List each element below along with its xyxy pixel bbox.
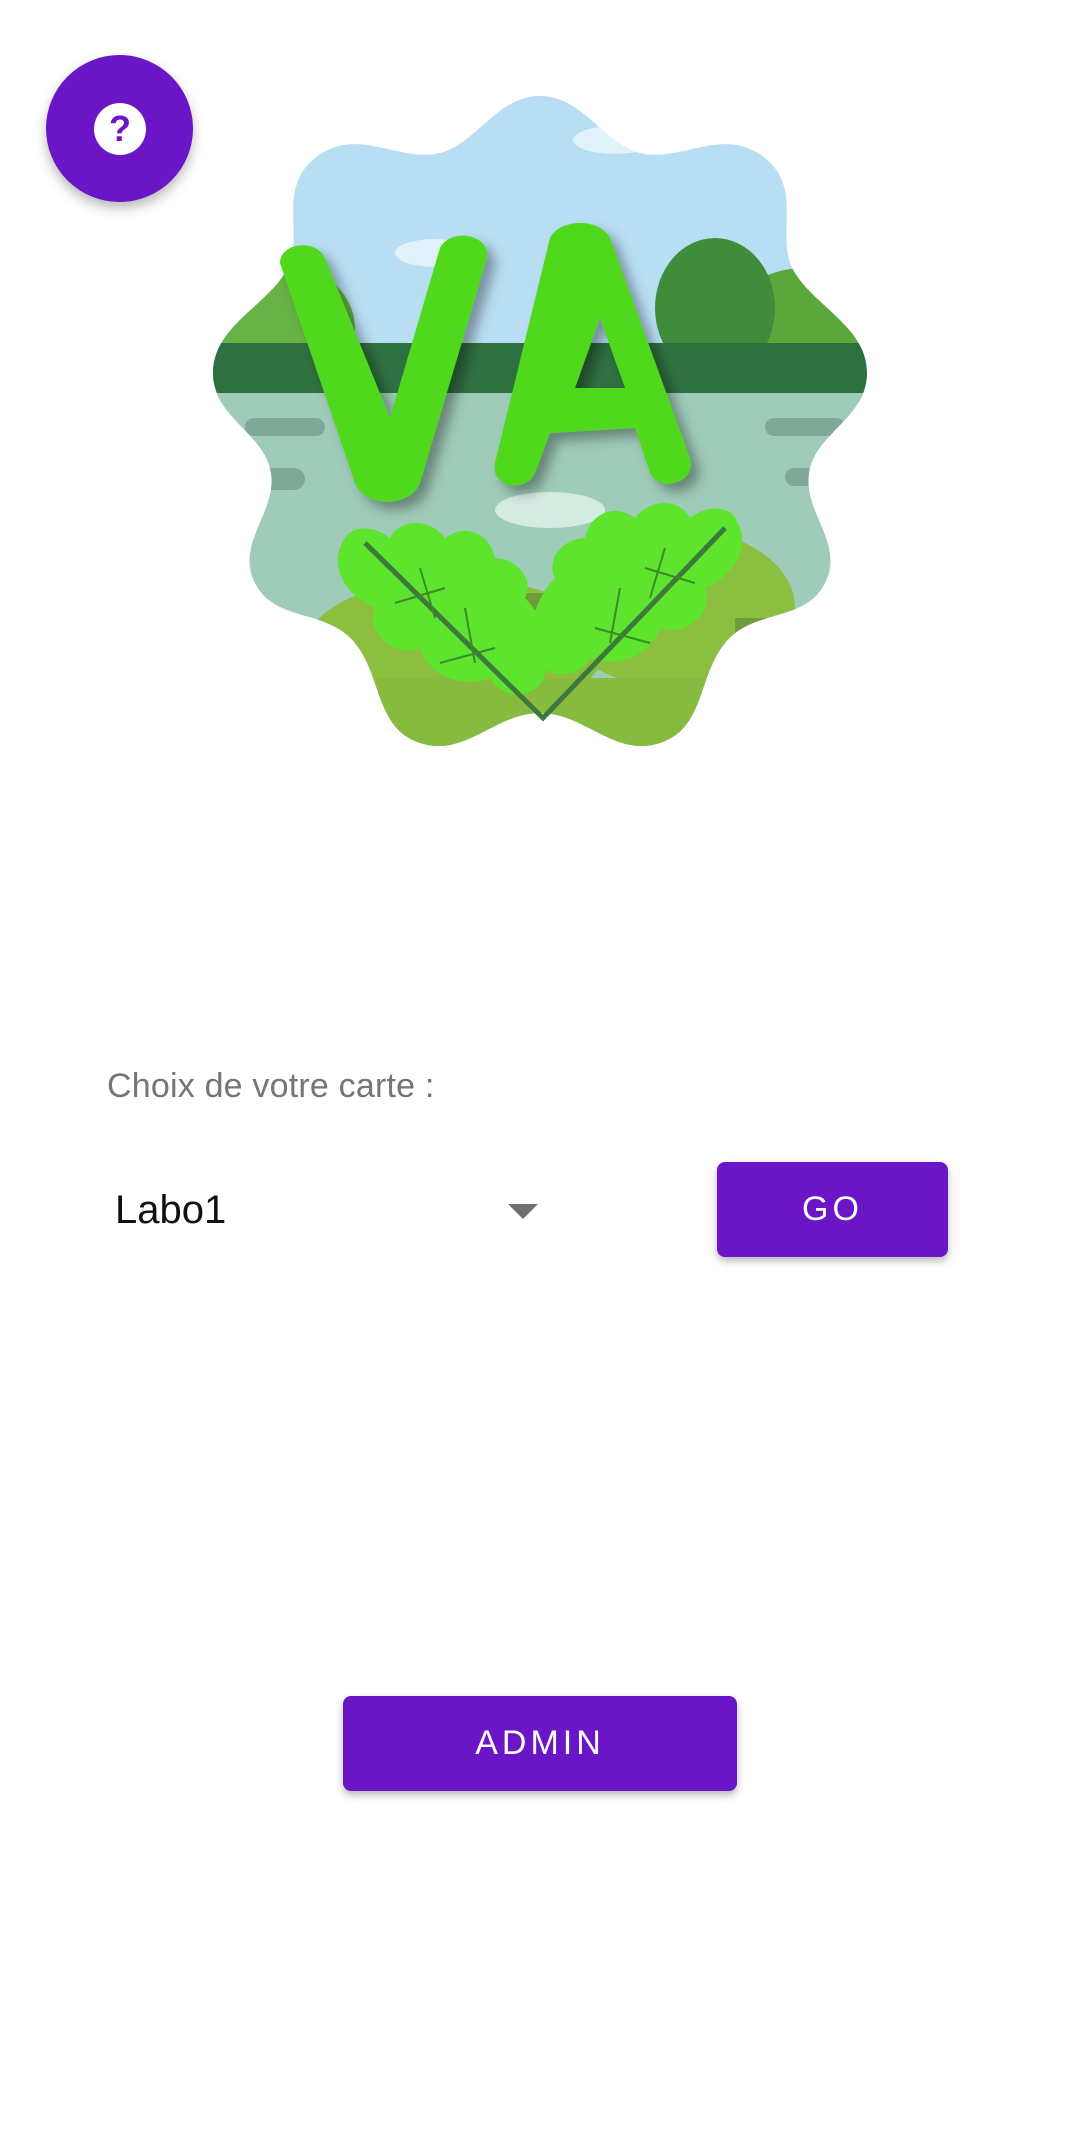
help-button[interactable]: ? — [46, 55, 193, 202]
go-button[interactable]: GO — [717, 1162, 948, 1257]
map-select-dropdown[interactable]: Labo1 — [107, 1170, 557, 1250]
help-icon: ? — [93, 102, 146, 155]
main-screen: ? Choix de votre carte: Labo1 GO ADMIN — [0, 0, 1080, 2134]
svg-text:?: ? — [109, 108, 131, 149]
dropdown-arrow-icon — [508, 1204, 538, 1219]
admin-button[interactable]: ADMIN — [343, 1696, 737, 1791]
app-logo — [205, 88, 875, 758]
map-select-value: Labo1 — [115, 1187, 227, 1232]
map-choice-label: Choix de votre carte : — [107, 1067, 435, 1105]
